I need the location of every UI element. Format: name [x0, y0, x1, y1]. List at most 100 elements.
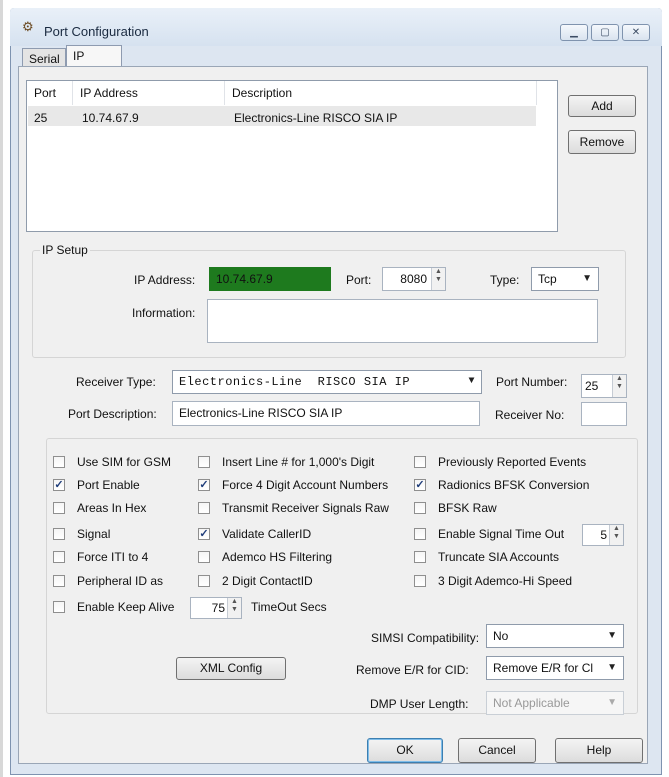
information-field[interactable] [207, 299, 598, 343]
col2-option-2-label: Transmit Receiver Signals Raw [222, 501, 389, 515]
information-label: Information: [132, 306, 196, 320]
chevron-down-icon: ▼ [607, 662, 617, 673]
simsi-dropdown[interactable]: No ▼ [486, 624, 624, 648]
port-number-label: Port Number: [496, 375, 568, 389]
help-button[interactable]: Help [555, 738, 643, 763]
col3-option-3-label: Enable Signal Time Out [438, 527, 565, 541]
col2-option-1-checkbox[interactable]: ✓ [198, 479, 210, 491]
col1-option-5-label: Peripheral ID as [77, 574, 164, 588]
receiver-no-field[interactable] [581, 402, 627, 426]
col3-option-3-checkbox[interactable] [414, 528, 426, 540]
simsi-value: No [493, 629, 509, 643]
col2-option-2-checkbox[interactable] [198, 502, 210, 514]
ip-address-label: IP Address: [134, 273, 196, 287]
cancel-button[interactable]: Cancel [458, 738, 536, 763]
remove-button[interactable]: Remove [568, 130, 636, 154]
col1-option-4-checkbox[interactable] [53, 551, 65, 563]
col1-option-6-checkbox[interactable] [53, 601, 65, 613]
spin-up-icon: ▲ [616, 375, 623, 382]
col2-option-3-checkbox[interactable]: ✓ [198, 528, 210, 540]
col1-option-2-checkbox[interactable] [53, 502, 65, 514]
port-number-field[interactable]: 25 ▲ ▼ [581, 374, 627, 398]
maximize-button[interactable]: ▢ [591, 24, 619, 41]
col1-option-0-checkbox[interactable] [53, 456, 65, 468]
keepalive-field[interactable]: 75 ▲ ▼ [190, 597, 242, 619]
port-value: 8080 [400, 272, 427, 286]
screen-edge [0, 0, 3, 777]
col1-option-3-checkbox[interactable] [53, 528, 65, 540]
type-dropdown[interactable]: Tcp ▼ [531, 267, 599, 291]
maximize-icon: ▢ [600, 27, 610, 38]
col3-option-0-label: Previously Reported Events [438, 455, 587, 469]
column-header-port[interactable]: Port [27, 81, 73, 105]
col3-option-2-checkbox[interactable] [414, 502, 426, 514]
column-header-description[interactable]: Description [225, 81, 537, 105]
timeout-secs-label: TimeOut Secs [251, 600, 327, 614]
col2-option-5-label: 2 Digit ContactID [222, 574, 313, 588]
col1-option-4-label: Force ITI to 4 [77, 550, 149, 564]
col3-option-5-checkbox[interactable] [414, 575, 426, 587]
minimize-button[interactable]: ▁ [560, 24, 588, 41]
dmp-label: DMP User Length: [370, 697, 469, 711]
spin-up-icon: ▲ [613, 525, 620, 532]
cell-description: Electronics-Line RISCO SIA IP [234, 111, 398, 125]
col3-option-4-label: Truncate SIA Accounts [438, 550, 559, 564]
remove-er-label: Remove E/R for CID: [356, 663, 469, 677]
window-title: Port Configuration [44, 24, 149, 39]
col2-option-5-checkbox[interactable] [198, 575, 210, 587]
dmp-value: Not Applicable [493, 696, 570, 710]
chevron-down-icon: ▼ [468, 376, 475, 387]
spin-up-icon: ▲ [231, 598, 238, 605]
receiver-type-value: Electronics-Line RISCO SIA IP [179, 375, 411, 389]
chevron-down-icon: ▼ [607, 630, 617, 641]
col2-option-4-label: Ademco HS Filtering [222, 550, 333, 564]
receiver-no-label: Receiver No: [495, 408, 565, 422]
signal-timeout-field[interactable]: 5 ▲ ▼ [582, 524, 624, 546]
remove-er-value: Remove E/R for Cl [493, 661, 594, 675]
port-number-spinner[interactable]: ▲ ▼ [612, 375, 626, 397]
col3-option-4-checkbox[interactable] [414, 551, 426, 563]
col3-option-1-label: Radionics BFSK Conversion [438, 478, 590, 492]
cell-ip-address: 10.74.67.9 [82, 111, 139, 125]
port-spinner[interactable]: ▲ ▼ [431, 268, 445, 290]
dmp-dropdown[interactable]: Not Applicable ▼ [486, 691, 624, 715]
col2-option-3-label: Validate CallerID [222, 527, 312, 541]
col2-option-1-label: Force 4 Digit Account Numbers [222, 478, 389, 492]
port-number-value: 25 [585, 379, 599, 393]
col2-option-0-label: Insert Line # for 1,000's Digit [222, 455, 375, 469]
add-button[interactable]: Add [568, 95, 636, 117]
ok-button[interactable]: OK [367, 738, 443, 763]
cell-port: 25 [34, 111, 48, 125]
ip-address-field[interactable]: 10.74.67.9 [209, 267, 331, 291]
col1-option-5-checkbox[interactable] [53, 575, 65, 587]
col3-option-0-checkbox[interactable] [414, 456, 426, 468]
keepalive-spinner[interactable]: ▲ ▼ [227, 598, 241, 618]
tab-serial-label: Serial [29, 52, 60, 66]
signal-timeout-spinner[interactable]: ▲ ▼ [609, 525, 623, 545]
remove-er-dropdown[interactable]: Remove E/R for Cl ▼ [486, 656, 624, 680]
col1-option-3-label: Signal [77, 527, 111, 541]
spin-down-icon: ▼ [435, 276, 442, 283]
column-header-ip-address[interactable]: IP Address [73, 81, 225, 105]
tab-ip-label: IP [73, 49, 85, 63]
signal-timeout-value: 5 [600, 528, 607, 542]
port-description-field[interactable]: Electronics-Line RISCO SIA IP [172, 401, 480, 426]
port-field[interactable]: 8080 ▲ ▼ [382, 267, 446, 291]
spin-down-icon: ▼ [231, 606, 238, 613]
chevron-down-icon: ▼ [582, 273, 592, 284]
col1-option-1-label: Port Enable [77, 478, 140, 492]
type-value: Tcp [538, 272, 557, 286]
xml-config-button[interactable]: XML Config [176, 657, 286, 680]
ip-setup-label: IP Setup [40, 243, 90, 257]
col3-option-1-checkbox[interactable]: ✓ [414, 479, 426, 491]
close-button[interactable]: ✕ [622, 24, 650, 41]
col1-option-1-checkbox[interactable]: ✓ [53, 479, 65, 491]
receiver-type-dropdown[interactable]: Electronics-Line RISCO SIA IP ▼ [172, 370, 482, 394]
keepalive-value: 75 [211, 601, 225, 615]
chevron-down-icon: ▼ [607, 697, 617, 708]
col3-option-2-label: BFSK Raw [438, 501, 497, 515]
col2-option-0-checkbox[interactable] [198, 456, 210, 468]
ports-list[interactable]: Port IP Address Description 25 10.74.67.… [26, 80, 558, 232]
col2-option-4-checkbox[interactable] [198, 551, 210, 563]
receiver-type-label: Receiver Type: [76, 375, 156, 389]
